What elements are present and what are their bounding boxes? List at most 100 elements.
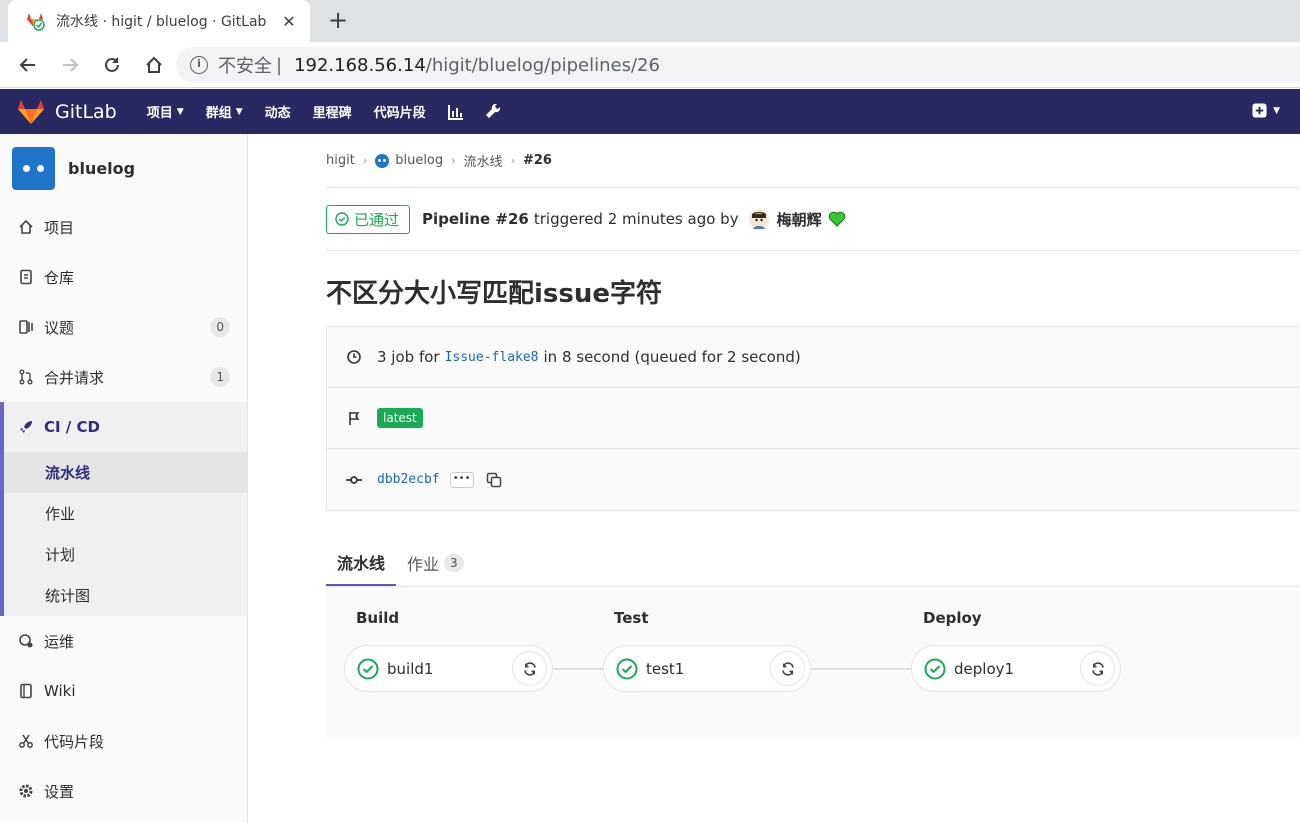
tab-pipeline-label: 流水线	[337, 554, 386, 573]
stage-title-deploy: Deploy	[923, 609, 982, 627]
back-arrow-icon[interactable]	[17, 54, 39, 76]
nav-milestones[interactable]: 里程碑	[313, 102, 352, 121]
sidebar-item-merge-requests[interactable]: 合并请求 1	[0, 352, 247, 402]
browser-tab-strip: 流水线 · higit / bluelog · GitLab ✕ +	[0, 0, 1300, 42]
repository-icon	[18, 269, 34, 285]
retry-job-button[interactable]	[1080, 651, 1115, 686]
sidebar-item-label: 议题	[44, 318, 75, 337]
reload-icon[interactable]	[101, 54, 123, 76]
sidebar-item-cicd[interactable]: CI / CD	[4, 402, 247, 452]
sidebar-project-header[interactable]: bluelog	[0, 134, 247, 202]
retry-job-button[interactable]	[770, 651, 805, 686]
retry-icon	[1091, 661, 1104, 676]
commit-sha-link[interactable]: dbb2ecbf	[377, 472, 440, 487]
nav-projects[interactable]: 项目 ▼	[147, 102, 184, 121]
job-build1[interactable]: build1	[344, 645, 553, 692]
address-bar[interactable]: i 不安全 | 192.168.56.14 /higit/bluelog/pip…	[176, 47, 1300, 83]
chevron-down-icon: ▼	[1273, 105, 1280, 116]
jobs-summary-suffix: in 8 second (queued for 2 second)	[543, 348, 801, 366]
job-deploy1[interactable]: deploy1	[911, 645, 1121, 692]
url-host: 192.168.56.14	[294, 54, 426, 76]
tab-jobs[interactable]: 作业 3	[396, 540, 475, 586]
breadcrumb-project[interactable]: bluelog	[395, 153, 443, 168]
user-name[interactable]: 梅朝辉	[777, 209, 822, 230]
user-avatar[interactable]	[748, 209, 769, 229]
snippet-icon	[18, 733, 34, 749]
pipeline-status-label: 已通过	[354, 210, 400, 229]
breadcrumb-group[interactable]: higit	[326, 153, 355, 168]
jobs-summary-prefix: 3 job for	[377, 348, 440, 366]
sidebar-item-label: 运维	[44, 632, 75, 651]
sidebar-subitem-pipelines[interactable]: 流水线	[4, 452, 247, 493]
browser-tab-title: 流水线 · higit / bluelog · GitLab	[56, 14, 267, 30]
status-success-icon	[924, 658, 946, 679]
sidebar-subitem-jobs[interactable]: 作业	[4, 493, 247, 534]
gitlab-tanuki-icon	[18, 99, 44, 124]
new-tab-icon[interactable]: +	[326, 8, 350, 32]
gitlab-logo[interactable]: GitLab	[17, 99, 117, 125]
commit-icon	[345, 471, 363, 489]
sidebar-item-operations[interactable]: 运维	[0, 616, 247, 666]
sidebar-item-label: 代码片段	[44, 732, 105, 751]
book-icon	[18, 683, 34, 699]
nav-groups[interactable]: 群组 ▼	[206, 102, 243, 121]
chevron-right-icon: ›	[451, 154, 456, 167]
merge-request-icon	[18, 369, 34, 385]
breadcrumb: higit › bluelog › 流水线 › #26	[326, 134, 1300, 188]
branch-link[interactable]: Issue-flake8	[445, 350, 539, 365]
breadcrumb-section[interactable]: 流水线	[464, 151, 503, 170]
pipeline-status-badge[interactable]: 已通过	[326, 204, 411, 234]
tab-pipeline[interactable]: 流水线	[326, 540, 397, 586]
pipeline-info-box: 3 job for Issue-flake8 in 8 second (queu…	[326, 326, 1300, 511]
main-content: higit › bluelog › 流水线 › #26 已通过 Pipeline…	[326, 134, 1300, 739]
stage-title-test: Test	[614, 609, 649, 627]
jobs-summary-row: 3 job for Issue-flake8 in 8 second (queu…	[327, 327, 1300, 388]
browser-tab[interactable]: 流水线 · higit / bluelog · GitLab ✕	[8, 0, 310, 42]
sidebar-item-label: 设置	[44, 782, 75, 801]
chevron-right-icon: ›	[510, 154, 515, 167]
tags-row: latest	[327, 388, 1300, 449]
sidebar-item-settings[interactable]: 设置	[0, 766, 247, 816]
expand-commit-message-button[interactable]: •••	[449, 471, 474, 488]
nav-groups-label: 群组	[205, 106, 232, 121]
operations-icon	[18, 633, 34, 649]
gitlab-header: GitLab 项目 ▼ 群组 ▼ 动态 里程碑 代码片段 ▼	[0, 89, 1300, 134]
latest-badge: latest	[377, 408, 423, 428]
info-icon[interactable]: i	[190, 56, 208, 74]
nav-projects-label: 项目	[146, 106, 173, 121]
status-success-icon	[357, 658, 379, 679]
wrench-icon[interactable]	[485, 103, 502, 120]
sidebar-item-wiki[interactable]: Wiki	[0, 666, 247, 716]
retry-icon	[523, 661, 536, 676]
project-avatar-small	[375, 153, 390, 168]
clock-icon	[345, 348, 363, 366]
nav-snippets[interactable]: 代码片段	[374, 102, 426, 121]
sidebar-item-snippets[interactable]: 代码片段	[0, 716, 247, 766]
sidebar-subitem-charts[interactable]: 统计图	[4, 575, 247, 616]
pipeline-title: Pipeline #26	[422, 210, 529, 228]
tab-jobs-label: 作业	[407, 555, 440, 574]
pipeline-header: 已通过 Pipeline #26 triggered 2 minutes ago…	[326, 188, 1300, 251]
sidebar-item-issues[interactable]: 议题 0	[0, 302, 247, 352]
sidebar-subitem-schedules[interactable]: 计划	[4, 534, 247, 575]
sidebar-item-project[interactable]: 项目	[0, 202, 247, 252]
retry-job-button[interactable]	[512, 651, 547, 686]
new-dropdown[interactable]: ▼	[1252, 103, 1280, 118]
sidebar-item-repository[interactable]: 仓库	[0, 252, 247, 302]
pipeline-tabs: 流水线 作业 3	[326, 511, 1300, 587]
chart-icon[interactable]	[447, 104, 464, 120]
close-tab-icon[interactable]: ✕	[280, 12, 298, 31]
job-test1[interactable]: test1	[603, 645, 811, 692]
chevron-down-icon: ▼	[235, 106, 243, 117]
breadcrumb-current[interactable]: #26	[523, 153, 552, 168]
nav-activity[interactable]: 动态	[265, 102, 291, 121]
issues-icon	[18, 319, 34, 335]
commit-row: dbb2ecbf •••	[327, 449, 1300, 510]
stage-title-build: Build	[356, 609, 400, 627]
copy-icon[interactable]	[486, 472, 502, 488]
sidebar-item-label: Wiki	[44, 682, 76, 700]
pipeline-triggered-text: triggered 2 minutes ago by	[533, 210, 739, 228]
home-icon	[18, 219, 34, 235]
forward-arrow-icon[interactable]	[59, 54, 81, 76]
home-icon[interactable]	[143, 54, 165, 76]
